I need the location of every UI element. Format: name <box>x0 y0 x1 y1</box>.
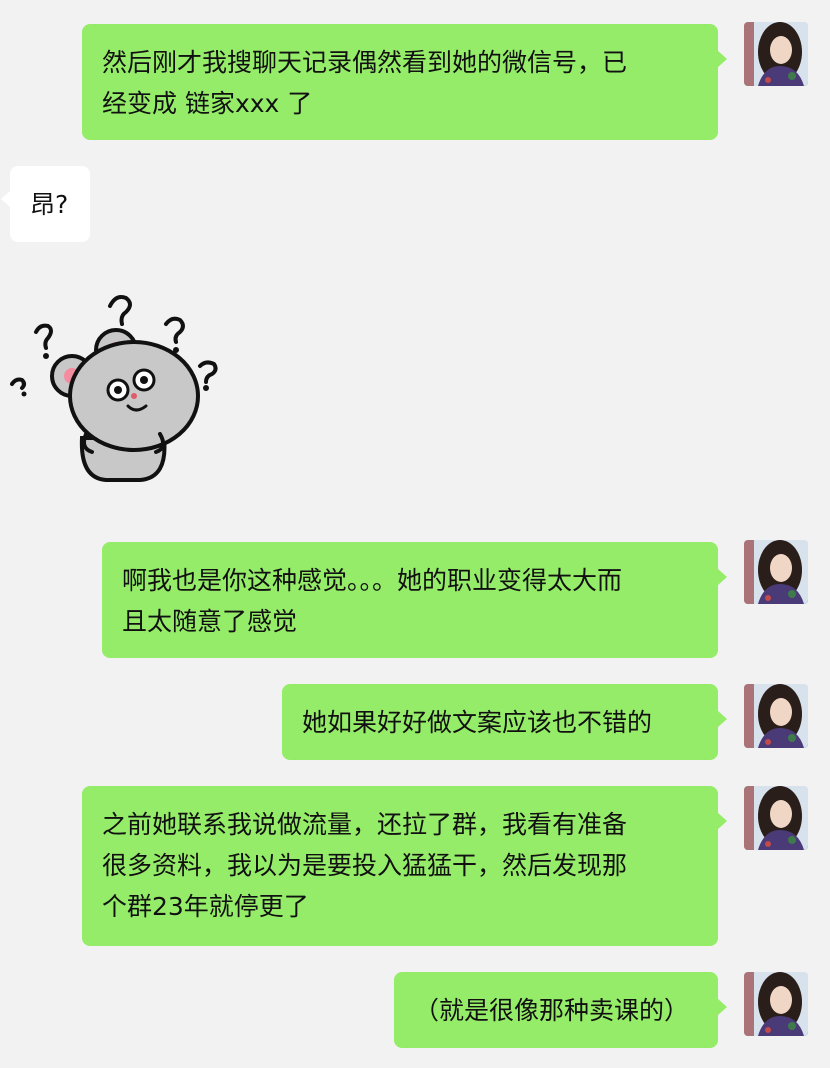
avatar-photo-icon <box>744 540 808 604</box>
message-bubble-outgoing[interactable]: 啊我也是你这种感觉。。。她的职业变得太大而 且太随意了感觉 <box>102 542 727 658</box>
avatar-photo-icon <box>744 684 808 748</box>
avatar[interactable] <box>744 786 808 850</box>
message-bubble-incoming[interactable]: 昂? <box>1 166 90 242</box>
avatar[interactable] <box>744 22 808 86</box>
avatar[interactable] <box>744 972 808 1036</box>
avatar[interactable] <box>744 684 808 748</box>
avatar[interactable] <box>744 540 808 604</box>
chat-window: 然后刚才我搜聊天记录偶然看到她的微信号，已 经变成 链家xxx 了 昂? 啊我也… <box>0 0 830 1068</box>
avatar-photo-icon <box>744 972 808 1036</box>
message-bubble-outgoing[interactable]: 她如果好好做文案应该也不错的 <box>282 684 727 760</box>
message-bubble-outgoing[interactable]: 然后刚才我搜聊天记录偶然看到她的微信号，已 经变成 链家xxx 了 <box>82 24 727 140</box>
avatar-photo-icon <box>744 786 808 850</box>
confused-mouse-sticker[interactable] <box>10 288 232 484</box>
message-bubble-outgoing[interactable]: （就是很像那种卖课的） <box>394 972 727 1048</box>
message-bubble-outgoing[interactable]: 之前她联系我说做流量，还拉了群，我看有准备 很多资料，我以为是要投入猛猛干，然后… <box>82 786 727 946</box>
avatar-photo-icon <box>744 22 808 86</box>
